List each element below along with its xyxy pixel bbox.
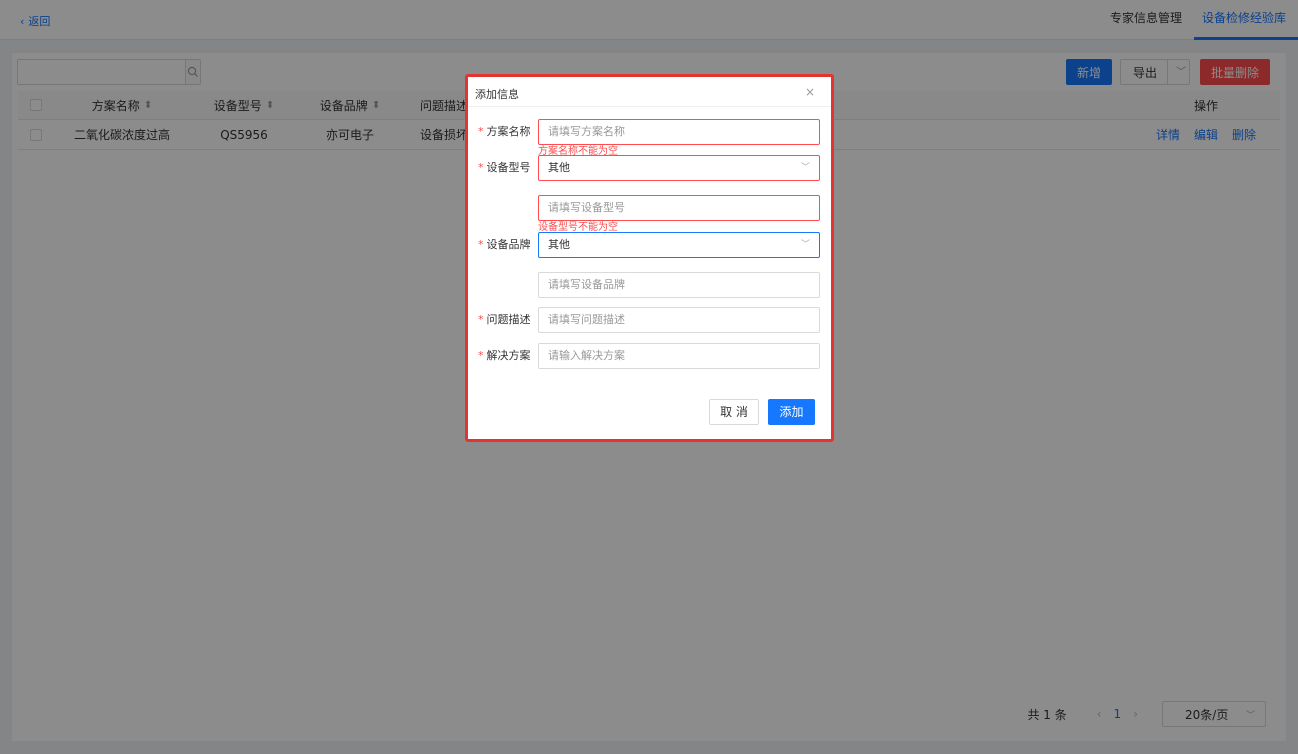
submit-button[interactable]: 添加 (768, 399, 815, 425)
required-mark: * (478, 125, 484, 138)
cancel-button[interactable]: 取 消 (709, 399, 759, 425)
solution-input[interactable]: 请输入解决方案 (538, 343, 820, 369)
required-mark: * (478, 313, 484, 326)
field-label: * 解决方案 (478, 349, 531, 362)
brand-input[interactable]: 请填写设备品牌 (538, 272, 820, 298)
required-mark: * (478, 161, 484, 174)
field-label: * 设备型号 (478, 161, 531, 174)
dialog-header: 添加信息 × (468, 77, 831, 107)
brand-select[interactable]: 其他 ﹀ (538, 232, 820, 258)
chevron-down-icon: ﹀ (800, 240, 810, 250)
dialog-title: 添加信息 (475, 88, 519, 101)
required-mark: * (478, 238, 484, 251)
required-mark: * (478, 349, 484, 362)
problem-input[interactable]: 请填写问题描述 (538, 307, 820, 333)
field-label: * 问题描述 (478, 313, 531, 326)
add-info-dialog: 添加信息 × * 方案名称 请填写方案名称 方案名称不能为空 * 设备型号 其他 ﹀… (465, 74, 834, 442)
close-icon[interactable]: × (805, 85, 815, 99)
model-select[interactable]: 其他 ﹀ (538, 155, 820, 181)
field-label: * 设备品牌 (478, 238, 531, 251)
field-label: * 方案名称 (478, 125, 531, 138)
scheme-name-input[interactable]: 请填写方案名称 (538, 119, 820, 145)
model-input[interactable]: 请填写设备型号 (538, 195, 820, 221)
chevron-down-icon: ﹀ (800, 163, 810, 173)
